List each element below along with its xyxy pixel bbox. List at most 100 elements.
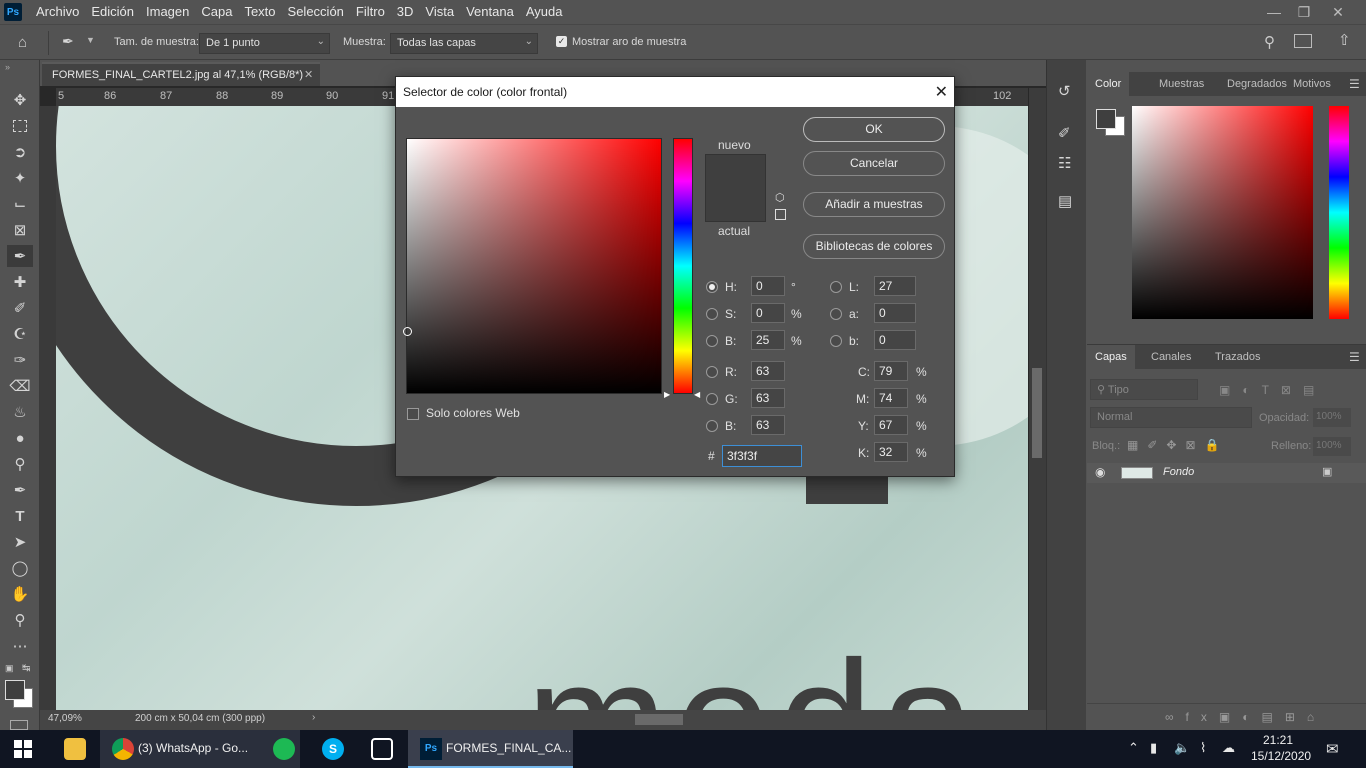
panel-color-field[interactable] bbox=[1132, 106, 1313, 319]
search-icon[interactable]: ⚲ bbox=[1264, 33, 1275, 51]
fill-input[interactable]: 100% bbox=[1313, 437, 1351, 456]
tab-motivos[interactable]: Motivos bbox=[1285, 72, 1339, 96]
quick-mask-icon[interactable] bbox=[10, 720, 28, 730]
menu-3d[interactable]: 3D bbox=[391, 0, 420, 24]
brush-tool-icon[interactable]: ✐ bbox=[7, 297, 33, 319]
green-input[interactable]: 63 bbox=[751, 388, 785, 408]
healing-brush-tool-icon[interactable]: ✚ bbox=[7, 271, 33, 293]
hue-slider-right-arrow-icon[interactable]: ◀ bbox=[694, 390, 700, 399]
saturation-input[interactable]: 0 bbox=[751, 303, 785, 323]
current-color-swatch[interactable] bbox=[705, 188, 766, 222]
show-ring-checkbox[interactable]: ✓ bbox=[556, 36, 567, 47]
notifications-icon[interactable]: ✉ bbox=[1326, 740, 1339, 758]
tab-canales[interactable]: Canales bbox=[1143, 345, 1199, 369]
minimize-icon[interactable]: — bbox=[1258, 0, 1290, 24]
status-menu-arrow-icon[interactable]: › bbox=[312, 712, 315, 723]
document-tab[interactable]: FORMES_FINAL_CARTEL2.jpg al 47,1% (RGB/8… bbox=[42, 62, 320, 86]
clock-time[interactable]: 21:21 bbox=[1263, 733, 1293, 747]
saturation-radio[interactable] bbox=[706, 308, 718, 320]
close-tab-icon[interactable]: ✕ bbox=[304, 68, 313, 81]
home-icon[interactable]: ⌂ bbox=[18, 34, 27, 51]
ellipse-tool-icon[interactable]: ◯ bbox=[7, 557, 33, 579]
menu-filtro[interactable]: Filtro bbox=[350, 0, 391, 24]
layers-footer-icons[interactable]: ∞fx▣◐▤⊞⌂ bbox=[1087, 703, 1366, 731]
menu-ventana[interactable]: Ventana bbox=[460, 0, 520, 24]
sample-size-select[interactable]: De 1 punto ⌄ bbox=[199, 33, 330, 54]
yellow-input[interactable]: 67 bbox=[874, 415, 908, 435]
out-of-gamut-cube-icon[interactable]: ⬡ bbox=[775, 191, 785, 204]
menu-texto[interactable]: Texto bbox=[238, 0, 281, 24]
chevron-down-icon[interactable]: ▼ bbox=[86, 35, 95, 45]
swap-colors-icon[interactable]: ↹ bbox=[22, 663, 30, 674]
skype-icon[interactable]: S bbox=[322, 738, 344, 760]
file-explorer-icon[interactable] bbox=[64, 738, 86, 760]
pen-tool-icon[interactable]: ✒ bbox=[7, 479, 33, 501]
layer-name[interactable]: Fondo bbox=[1163, 466, 1194, 478]
clone-stamp-tool-icon[interactable]: ☪ bbox=[7, 323, 33, 345]
menu-ayuda[interactable]: Ayuda bbox=[520, 0, 569, 24]
visibility-eye-icon[interactable]: ◉ bbox=[1095, 465, 1105, 479]
tab-muestras[interactable]: Muestras bbox=[1151, 72, 1212, 96]
menu-archivo[interactable]: Archivo bbox=[30, 0, 85, 24]
taskbar-item-whatsapp[interactable]: (3) WhatsApp - Go... bbox=[100, 730, 300, 768]
menu-seleccion[interactable]: Selección bbox=[282, 0, 350, 24]
sample-select[interactable]: Todas las capas ⌄ bbox=[390, 33, 538, 54]
path-selection-tool-icon[interactable]: ➤ bbox=[7, 531, 33, 553]
web-safe-square-icon[interactable] bbox=[775, 209, 786, 220]
marquee-tool-icon[interactable] bbox=[7, 115, 33, 137]
battery-icon[interactable]: ▮ bbox=[1150, 740, 1157, 756]
history-panel-icon[interactable]: ↺ bbox=[1058, 82, 1071, 100]
panel-hue-slider[interactable] bbox=[1329, 106, 1349, 319]
lab-b-radio[interactable] bbox=[830, 335, 842, 347]
opacity-input[interactable]: 100% bbox=[1313, 408, 1351, 427]
foreground-color-swatch[interactable] bbox=[5, 680, 25, 700]
menu-vista[interactable]: Vista bbox=[419, 0, 460, 24]
share-icon[interactable]: ⇧ bbox=[1338, 31, 1351, 49]
scrollbar-thumb[interactable] bbox=[1032, 368, 1042, 458]
eraser-tool-icon[interactable]: ⌫ bbox=[7, 375, 33, 397]
eyedropper-preset-icon[interactable]: ✒ bbox=[62, 33, 74, 50]
blend-mode-select[interactable]: Normal bbox=[1090, 407, 1252, 428]
close-icon[interactable]: ✕ bbox=[1322, 0, 1354, 24]
brightness-radio[interactable] bbox=[706, 335, 718, 347]
hue-radio[interactable] bbox=[706, 281, 718, 293]
magenta-input[interactable]: 74 bbox=[874, 388, 908, 408]
menu-imagen[interactable]: Imagen bbox=[140, 0, 195, 24]
green-radio[interactable] bbox=[706, 393, 718, 405]
web-colors-checkbox[interactable] bbox=[407, 408, 419, 420]
close-icon[interactable]: ✕ bbox=[935, 82, 948, 102]
zoom-tool-icon[interactable]: ⚲ bbox=[7, 609, 33, 631]
blue-radio[interactable] bbox=[706, 420, 718, 432]
crop-tool-icon[interactable]: ⌙ bbox=[7, 193, 33, 215]
vertical-scrollbar[interactable] bbox=[1029, 88, 1046, 710]
eyedropper-tool-icon[interactable]: ✒ bbox=[7, 245, 33, 267]
dodge-tool-icon[interactable]: ⚲ bbox=[7, 453, 33, 475]
red-radio[interactable] bbox=[706, 366, 718, 378]
move-tool-icon[interactable]: ✥ bbox=[7, 89, 33, 111]
menu-edicion[interactable]: Edición bbox=[85, 0, 140, 24]
lab-l-radio[interactable] bbox=[830, 281, 842, 293]
blur-tool-icon[interactable]: ● bbox=[7, 427, 33, 449]
ok-button[interactable]: OK bbox=[803, 117, 945, 142]
workspace-icon[interactable] bbox=[1294, 34, 1312, 48]
default-colors-icon[interactable]: ▣ bbox=[5, 663, 14, 674]
app-icon[interactable] bbox=[371, 738, 393, 760]
clock-date[interactable]: 15/12/2020 bbox=[1251, 749, 1311, 763]
lock-icons[interactable]: ▦✐✥⊠🔒 bbox=[1127, 438, 1228, 452]
layer-filter-icons[interactable]: ▣◐T⊠▤ bbox=[1219, 383, 1326, 397]
panel-menu-icon[interactable]: ☰ bbox=[1349, 350, 1360, 364]
black-input[interactable]: 32 bbox=[874, 442, 908, 462]
horizontal-scrollbar-thumb[interactable] bbox=[635, 714, 683, 725]
layer-row[interactable]: ◉ Fondo ▣ bbox=[1087, 463, 1366, 483]
chevron-up-icon[interactable]: ⌃ bbox=[1128, 740, 1139, 756]
lab-a-input[interactable]: 0 bbox=[874, 303, 916, 323]
lab-l-input[interactable]: 27 bbox=[874, 276, 916, 296]
saturation-brightness-field[interactable] bbox=[403, 138, 662, 394]
adjustments-icon[interactable]: ☷ bbox=[1058, 154, 1071, 172]
cyan-input[interactable]: 79 bbox=[874, 361, 908, 381]
menu-capa[interactable]: Capa bbox=[195, 0, 238, 24]
panel-foreground-swatch[interactable] bbox=[1096, 109, 1116, 129]
lab-b-input[interactable]: 0 bbox=[874, 330, 916, 350]
brush-settings-icon[interactable]: ✐ bbox=[1058, 124, 1071, 142]
hex-input[interactable]: 3f3f3f bbox=[722, 445, 802, 467]
